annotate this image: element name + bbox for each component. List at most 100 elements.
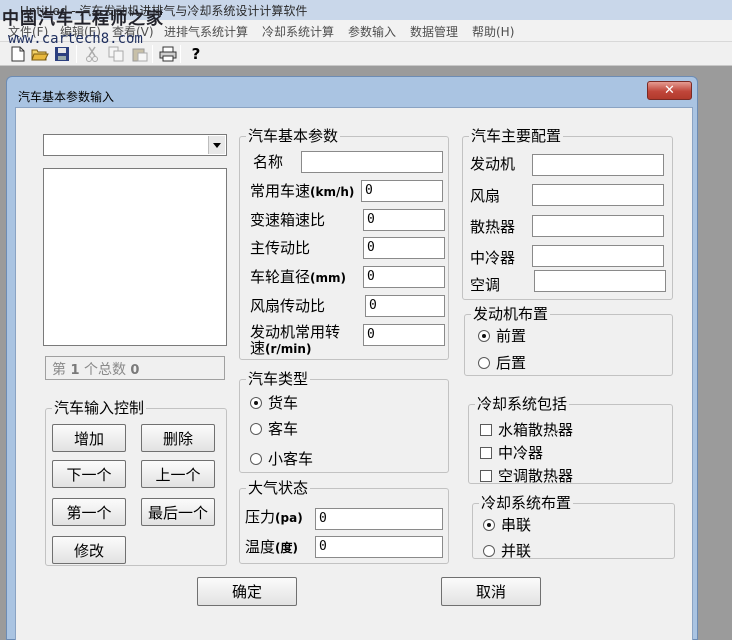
radio-rear-engine[interactable]: 后置 <box>478 352 526 373</box>
menu-cooling[interactable]: 冷却系统计算 <box>262 23 334 40</box>
radio-parallel-dot <box>483 544 495 557</box>
engine-layout-group: 发动机布置 前置 后置 <box>464 305 673 376</box>
radio-minibus[interactable]: 小客车 <box>250 448 313 469</box>
cut-icon <box>82 44 102 64</box>
new-icon[interactable] <box>8 44 28 64</box>
radio-front-engine-dot <box>478 329 490 342</box>
toolbar-separator <box>180 45 181 63</box>
check-water-radiator[interactable]: 水箱散热器 <box>480 419 573 440</box>
toolbar-separator <box>76 45 77 63</box>
add-button[interactable]: 增加 <box>52 424 126 452</box>
paste-icon <box>130 44 150 64</box>
delete-button[interactable]: 删除 <box>141 424 215 452</box>
menu-data-manage[interactable]: 数据管理 <box>410 23 458 40</box>
check-ac-radiator-box <box>480 469 492 482</box>
engine-label: 发动机 <box>470 155 516 173</box>
next-button[interactable]: 下一个 <box>52 460 126 488</box>
speed-field[interactable]: 0 <box>361 180 443 202</box>
radio-bus[interactable]: 客车 <box>250 418 298 439</box>
first-button[interactable]: 第一个 <box>52 498 126 526</box>
temperature-field[interactable]: 0 <box>315 536 443 558</box>
chevron-down-icon[interactable] <box>208 136 225 154</box>
dialog-body: 第 1 个总数 0 汽车输入控制 增加 删除 下一个 上一个 第一个 最后一个 … <box>15 107 693 640</box>
radio-bus-dot <box>250 422 262 435</box>
watermark-title: 中国汽车工程师之家 <box>2 9 164 29</box>
check-water-radiator-box <box>480 423 492 436</box>
atmosphere-title: 大气状态 <box>246 479 311 497</box>
pressure-label: 压力(pa) <box>245 508 303 526</box>
radio-parallel[interactable]: 并联 <box>483 540 531 561</box>
basic-params-group: 汽车基本参数 名称 常用车速(km/h) 0 变速箱速比 0 主传动比 0 车轮… <box>239 127 449 360</box>
final-drive-label: 主传动比 <box>250 239 311 257</box>
wheel-diameter-label: 车轮直径(mm) <box>250 268 346 286</box>
vehicle-select[interactable] <box>43 134 227 156</box>
cooling-includes-group: 冷却系统包括 水箱散热器 中冷器 空调散热器 <box>468 395 673 486</box>
close-icon: ✕ <box>664 83 675 98</box>
fan-field[interactable] <box>532 184 664 206</box>
wheel-diameter-field[interactable]: 0 <box>363 266 445 288</box>
radio-truck[interactable]: 货车 <box>250 392 298 413</box>
record-middle: 个总数 <box>83 362 126 378</box>
input-control-group: 汽车输入控制 增加 删除 下一个 上一个 第一个 最后一个 修改 <box>45 399 227 566</box>
menu-param-input[interactable]: 参数输入 <box>348 23 396 40</box>
ac-label: 空调 <box>470 276 501 294</box>
ac-field[interactable] <box>534 270 666 292</box>
name-label: 名称 <box>253 153 284 171</box>
temperature-label: 温度(度) <box>245 538 298 556</box>
speed-label: 常用车速(km/h) <box>250 182 355 200</box>
watermark-url: www.cartech8.com <box>8 31 143 47</box>
radio-series-dot <box>483 518 495 531</box>
record-counter: 第 1 个总数 0 <box>45 356 225 380</box>
record-current: 1 <box>70 363 80 378</box>
engine-layout-title: 发动机布置 <box>471 305 551 323</box>
open-icon[interactable] <box>30 44 50 64</box>
fan-ratio-label: 风扇传动比 <box>250 297 326 315</box>
cancel-button[interactable]: 取消 <box>441 577 541 606</box>
radio-rear-engine-dot <box>478 356 490 369</box>
toolbar-separator <box>152 45 153 63</box>
radio-front-engine[interactable]: 前置 <box>478 325 526 346</box>
atmosphere-group: 大气状态 压力(pa) 0 温度(度) 0 <box>239 479 449 564</box>
final-drive-field[interactable]: 0 <box>363 237 445 259</box>
print-icon[interactable] <box>158 44 178 64</box>
vehicle-type-title: 汽车类型 <box>246 370 311 388</box>
modify-button[interactable]: 修改 <box>52 536 126 564</box>
vehicle-list[interactable] <box>43 168 227 346</box>
main-config-title: 汽车主要配置 <box>469 127 564 145</box>
copy-icon <box>106 44 126 64</box>
menu-intake-exhaust[interactable]: 进排气系统计算 <box>164 23 248 40</box>
radio-truck-dot <box>250 396 262 409</box>
gearbox-ratio-field[interactable]: 0 <box>363 209 445 231</box>
record-prefix: 第 <box>52 362 66 378</box>
gearbox-ratio-label: 变速箱速比 <box>250 211 326 229</box>
engine-field[interactable] <box>532 154 664 176</box>
cooling-layout-title: 冷却系统布置 <box>479 494 574 512</box>
fan-label: 风扇 <box>470 187 501 205</box>
cooling-includes-title: 冷却系统包括 <box>475 395 570 413</box>
record-total: 0 <box>130 363 140 378</box>
radiator-field[interactable] <box>532 215 664 237</box>
intercooler-field[interactable] <box>532 245 664 267</box>
dialog-title: 汽车基本参数输入 <box>18 90 115 104</box>
radio-series[interactable]: 串联 <box>483 514 531 535</box>
last-button[interactable]: 最后一个 <box>141 498 215 526</box>
vehicle-params-dialog: 汽车基本参数输入 ✕ 第 1 个总数 0 汽车输入控制 增加 删除 下一个 上一… <box>6 76 698 640</box>
radio-minibus-dot <box>250 452 262 465</box>
vehicle-type-group: 汽车类型 货车 客车 小客车 <box>239 370 449 473</box>
menu-help[interactable]: 帮助(H) <box>472 23 514 40</box>
ok-button[interactable]: 确定 <box>197 577 297 606</box>
engine-speed-label-2: 速(r/min) <box>250 339 312 357</box>
prev-button[interactable]: 上一个 <box>141 460 215 488</box>
engine-speed-field[interactable]: 0 <box>363 324 445 346</box>
check-intercooler[interactable]: 中冷器 <box>480 442 543 463</box>
name-field[interactable] <box>301 151 443 173</box>
close-button[interactable]: ✕ <box>647 81 692 100</box>
help-icon[interactable]: ? <box>186 44 206 64</box>
pressure-field[interactable]: 0 <box>315 508 443 530</box>
intercooler-label: 中冷器 <box>470 249 516 267</box>
fan-ratio-field[interactable]: 0 <box>365 295 445 317</box>
cooling-layout-group: 冷却系统布置 串联 并联 <box>472 494 675 561</box>
main-config-group: 汽车主要配置 发动机 风扇 散热器 中冷器 空调 <box>462 127 673 300</box>
check-ac-radiator[interactable]: 空调散热器 <box>480 465 573 486</box>
save-icon[interactable] <box>52 44 72 64</box>
